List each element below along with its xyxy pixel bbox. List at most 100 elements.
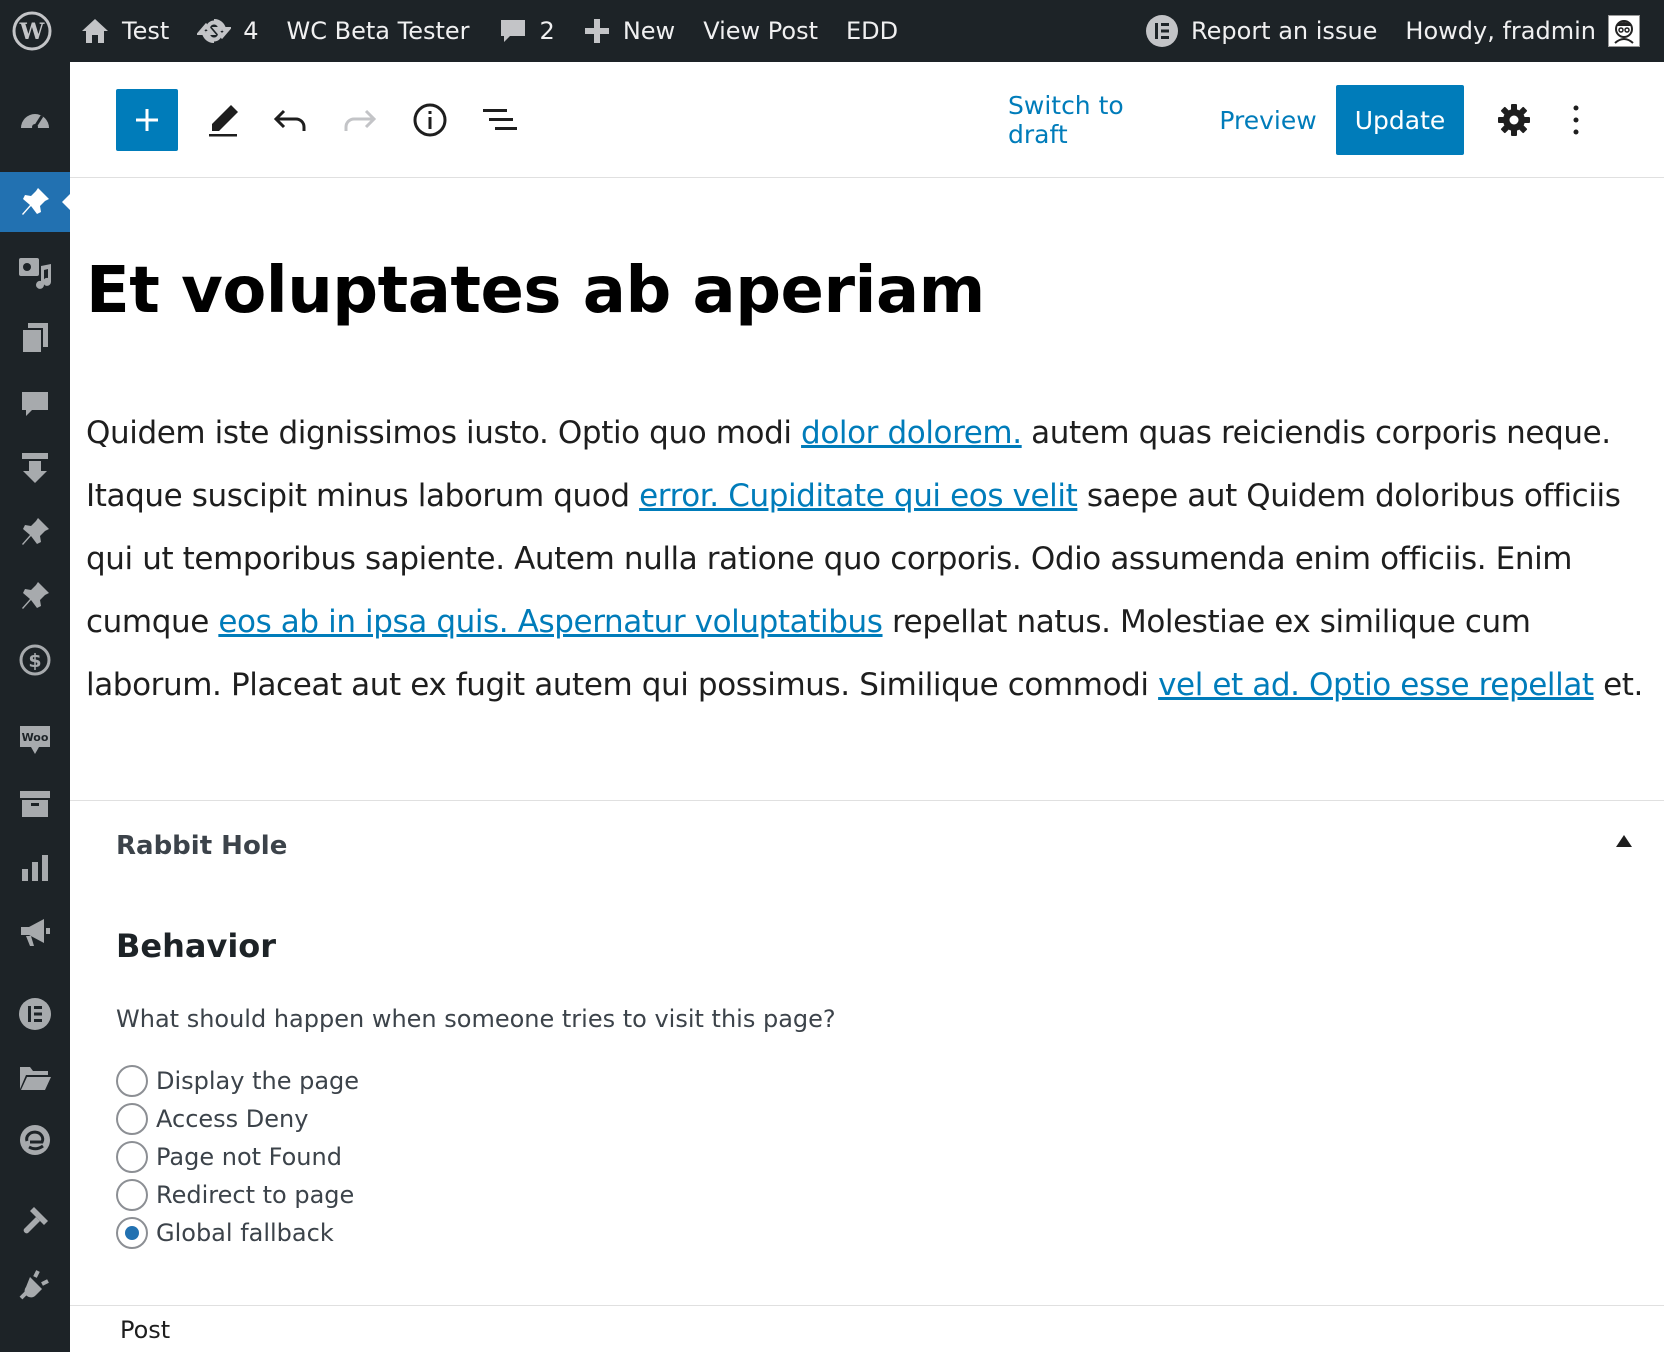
info-icon [413,103,447,137]
radio-button[interactable] [116,1179,148,1211]
block-breadcrumb[interactable]: Post [120,1316,170,1344]
updates-count: 4 [243,17,259,45]
metabox-title[interactable]: Rabbit Hole [116,831,287,861]
sidebar-item-analytics[interactable] [0,838,70,898]
dollar-icon: $ [19,644,51,676]
media-icon [19,258,51,289]
envato-icon [20,1125,50,1155]
site-name: Test [122,17,170,45]
radio-button[interactable] [116,1065,148,1097]
radio-label: Display the page [156,1067,360,1095]
radio-button[interactable] [116,1141,148,1173]
radio-button[interactable] [116,1103,148,1135]
undo-icon [273,109,306,131]
pin-icon [22,582,49,609]
pin-icon [22,188,49,215]
comment-icon [498,16,528,46]
radio-label: Global fallback [156,1219,334,1247]
sidebar-item-pages[interactable] [0,308,70,368]
comments-count: 2 [539,17,555,45]
sidebar-item-custom-posts-2[interactable] [0,566,70,626]
list-view-icon [483,109,517,130]
gear-icon [1498,104,1530,136]
report-issue-label: Report an issue [1191,17,1378,45]
behavior-question: What should happen when someone tries to… [116,1005,836,1033]
redo-button[interactable] [332,89,388,151]
bar-chart-icon [22,855,48,881]
radio-option-global-fallback[interactable]: Global fallback [116,1217,334,1249]
radio-option-redirect[interactable]: Redirect to page [116,1179,354,1211]
radio-label: Page not Found [156,1143,342,1171]
svg-text:W: W [19,19,45,45]
download-icon [22,453,48,483]
sidebar-item-custom-posts-1[interactable] [0,502,70,562]
woo-icon: Woo [20,726,50,754]
site-name-item[interactable]: Test [66,0,183,62]
megaphone-icon [21,919,50,946]
list-view-button[interactable] [472,89,528,151]
tools-button[interactable] [198,89,248,151]
new-content-item[interactable]: New [569,0,689,62]
view-post-item[interactable]: View Post [689,0,832,62]
dashboard-icon [21,114,49,130]
sidebar-item-templates[interactable] [0,1048,70,1108]
behavior-heading: Behavior [116,927,277,965]
my-account-item[interactable]: Howdy, fradmin [1391,0,1664,62]
sidebar-item-dashboard[interactable] [0,90,70,150]
sidebar-item-elementor[interactable] [0,984,70,1044]
edd-label: EDD [845,17,899,45]
preview-button[interactable]: Preview [1206,89,1330,151]
radio-option-display-page[interactable]: Display the page [116,1065,359,1097]
sidebar-item-marketing[interactable] [0,902,70,962]
radio-option-access-deny[interactable]: Access Deny [116,1103,308,1135]
plus-icon [136,109,158,131]
wordpress-logo-item[interactable]: W [0,0,66,62]
home-icon [80,16,110,46]
sidebar-item-woocommerce[interactable]: Woo [0,710,70,770]
switch-to-draft-button[interactable]: Switch to draft [1008,89,1184,151]
rabbit-hole-metabox: Rabbit Hole Behavior What should happen … [70,800,1664,1249]
undo-button[interactable] [262,89,318,151]
block-inserter-button[interactable] [116,89,178,151]
archive-icon [20,791,50,817]
details-button[interactable] [402,89,458,151]
report-issue-item[interactable]: Report an issue [1131,0,1391,62]
radio-button-checked[interactable] [116,1217,148,1249]
paragraph-link[interactable]: dolor dolorem. [801,415,1022,451]
collapse-toggle-icon[interactable] [1616,835,1632,847]
sidebar-item-comments[interactable] [0,374,70,434]
comments-item[interactable]: 2 [484,0,569,62]
sidebar-item-payments[interactable]: $ [0,630,70,690]
post-title[interactable]: Et voluptates ab aperiam [86,254,985,328]
sidebar-item-plugins[interactable] [0,1254,70,1314]
edd-item[interactable]: EDD [832,0,912,62]
sidebar-item-appearance[interactable] [0,1190,70,1250]
comments-icon [22,392,48,416]
paragraph-link[interactable]: error. Cupiditate qui eos velit [639,478,1078,514]
sidebar-item-posts[interactable] [0,172,70,232]
sidebar-item-downloads[interactable] [0,438,70,498]
pencil-icon [209,105,238,137]
paragraph-link[interactable]: eos ab in ipsa quis. Aspernatur voluptat… [218,604,883,640]
radio-option-page-not-found[interactable]: Page not Found [116,1141,342,1173]
wc-beta-tester-item[interactable]: WC Beta Tester [273,0,484,62]
wordpress-icon: W [12,11,52,51]
folder-icon [20,1067,51,1090]
paragraph-link[interactable]: vel et ad. Optio esse repellat [1158,667,1594,703]
settings-button[interactable] [1486,89,1542,151]
more-vertical-icon [1573,105,1579,135]
paragraph-text: et. [1593,667,1644,703]
svg-text:$: $ [28,650,41,672]
sidebar-item-envato[interactable] [0,1110,70,1170]
sidebar-item-media[interactable] [0,242,70,302]
more-options-button[interactable] [1556,89,1596,151]
wc-beta-tester-label: WC Beta Tester [286,17,470,45]
radio-label: Redirect to page [156,1181,355,1209]
sidebar-item-products[interactable] [0,774,70,834]
admin-bar-right: Report an issue Howdy, fradmin [1131,0,1664,62]
paragraph-block[interactable]: Quidem iste dignissimos iusto. Optio quo… [86,402,1656,717]
update-button[interactable]: Update [1336,85,1464,155]
redo-icon [344,109,377,131]
elementor-icon [1145,14,1179,48]
updates-item[interactable]: 4 [183,0,272,62]
